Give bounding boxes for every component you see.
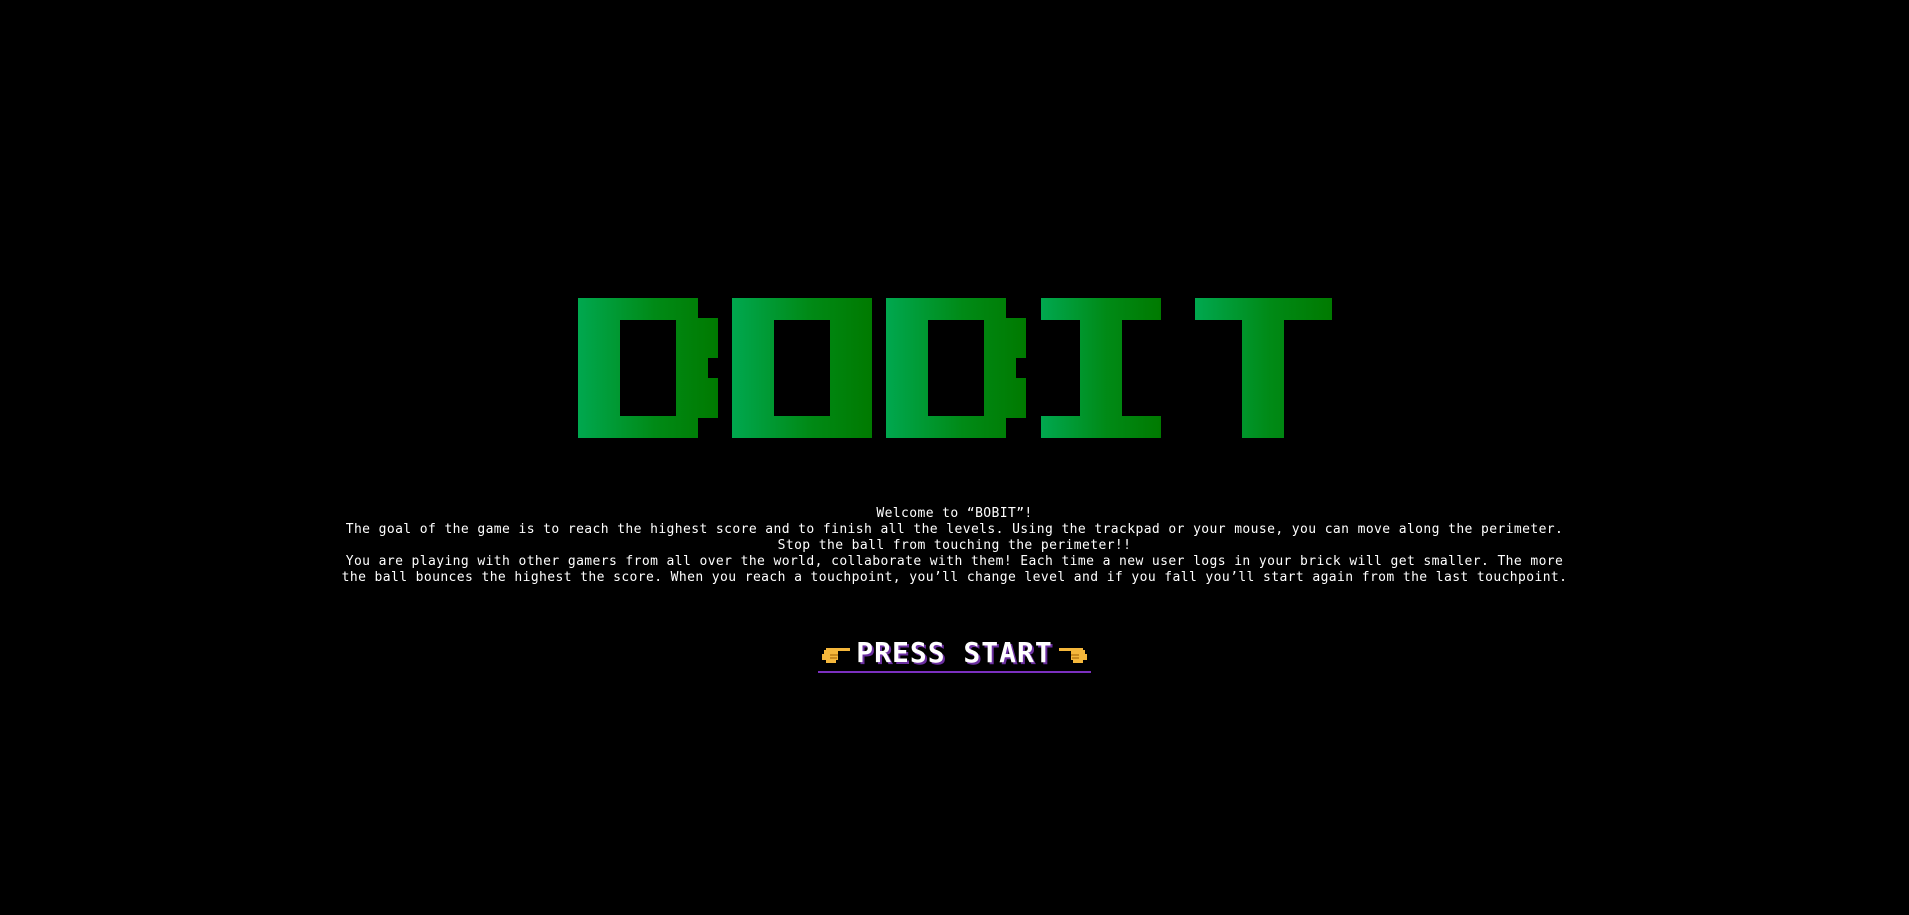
intro-line-warning: Stop the ball from touching the perimete… <box>777 538 1132 553</box>
intro-line-multiplayer: You are playing with other gamers from a… <box>345 554 1564 569</box>
start-area: PRESS START <box>0 636 1909 673</box>
press-start-label: PRESS START <box>856 636 1053 669</box>
game-title <box>0 298 1909 438</box>
pointing-left-hand-icon <box>1057 642 1089 664</box>
game-title-logo <box>577 298 1332 438</box>
intro-line-goal: The goal of the game is to reach the hig… <box>345 522 1564 537</box>
intro-line-welcome: Welcome to “BOBIT”! <box>876 506 1033 521</box>
intro-line-scoring: the ball bounces the highest the score. … <box>341 570 1568 585</box>
pointing-right-hand-icon <box>820 642 852 664</box>
press-start-button[interactable]: PRESS START <box>818 636 1091 673</box>
intro-text: Welcome to “BOBIT”! The goal of the game… <box>0 506 1909 586</box>
